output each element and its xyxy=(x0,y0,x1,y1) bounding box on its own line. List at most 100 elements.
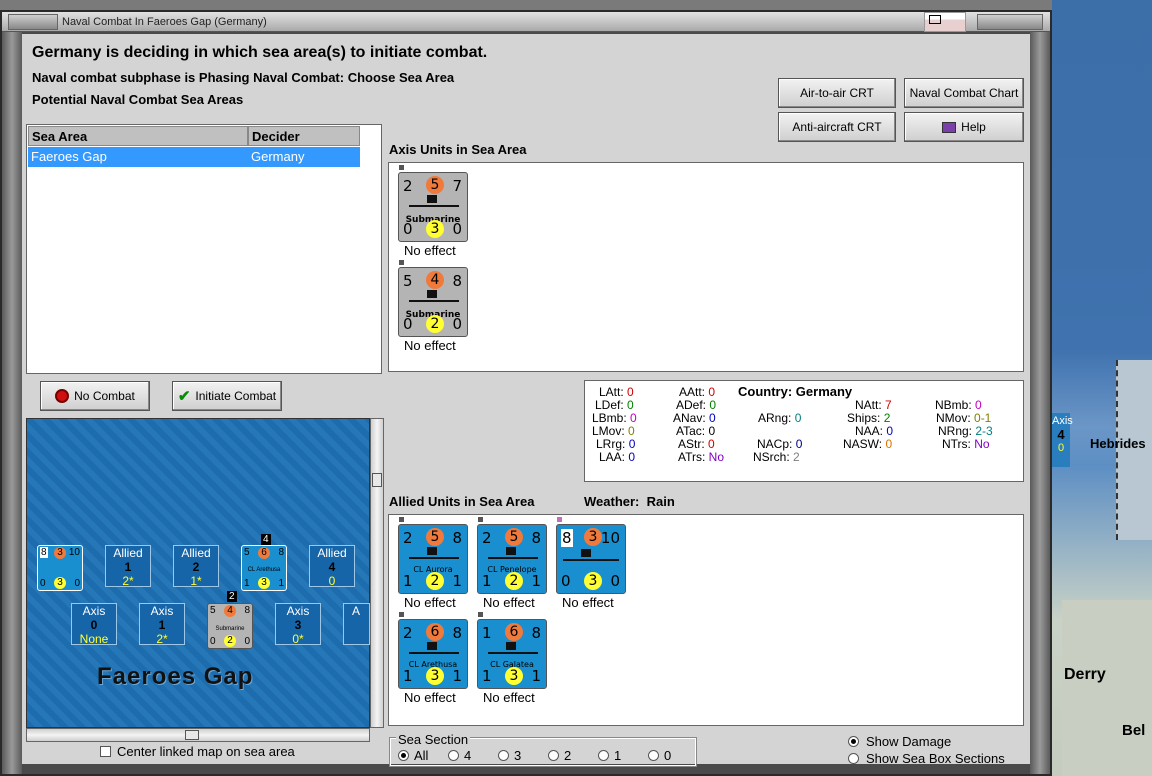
phase-heading: Germany is deciding in which sea area(s)… xyxy=(32,44,488,61)
dialog-content: Germany is deciding in which sea area(s)… xyxy=(22,34,1030,766)
no-combat-button[interactable]: No Combat xyxy=(40,381,150,411)
stat-value: 0 xyxy=(709,411,716,425)
minimap-unit-counter[interactable]: 8 3 10 0 3 0 xyxy=(37,545,83,591)
window-menu-button[interactable] xyxy=(8,14,58,30)
window-title: Naval Combat In Faeroes Gap (Germany) xyxy=(62,16,267,28)
minimap-horizontal-scrollbar[interactable] xyxy=(26,728,370,742)
center-linked-map-checkbox[interactable] xyxy=(100,746,111,757)
stat-value: 7 xyxy=(885,398,892,412)
allied-sea-box-1[interactable]: Allied 1 2* xyxy=(105,545,151,588)
allied-unit-counter[interactable]: 268 CL Arethusa 131 xyxy=(398,619,468,689)
allied-sea-box-2[interactable]: Allied 2 1* xyxy=(173,545,219,588)
axis-sea-box-0[interactable]: Axis 0 None xyxy=(71,603,117,646)
unit-effect: No effect xyxy=(404,690,456,705)
minimap-unit-counter[interactable]: 5 4 8 Submarine 0 2 0 xyxy=(207,603,253,649)
column-header-sea-area[interactable]: Sea Area xyxy=(28,126,248,146)
allied-units-label: Allied Units in Sea Area xyxy=(389,494,535,509)
scroll-thumb[interactable] xyxy=(372,473,382,487)
allied-unit-counter[interactable]: 168 CL Galatea 131 xyxy=(477,619,547,689)
unit-marker-icon xyxy=(556,516,563,523)
allied-unit-counter[interactable]: 258 CL Aurora 121 xyxy=(398,524,468,594)
sea-section-radio-4[interactable] xyxy=(448,750,459,761)
sea-section-radio-1[interactable] xyxy=(598,750,609,761)
sea-section-option-label: 3 xyxy=(514,748,522,763)
scroll-thumb[interactable] xyxy=(185,730,199,740)
unit-marker-icon xyxy=(398,516,405,523)
axis-sea-box-1[interactable]: Axis 1 2* xyxy=(139,603,185,646)
help-button[interactable]: Help xyxy=(904,112,1024,142)
sea-section-label: Sea Section xyxy=(396,732,471,747)
unit-marker-icon xyxy=(398,164,405,171)
sea-section-radio-all[interactable] xyxy=(398,750,409,761)
stat-nbmb: NBmb: 0 xyxy=(935,398,982,412)
submarine-icon xyxy=(409,290,459,302)
axis-sea-box-3[interactable]: Axis 3 0* xyxy=(275,603,321,646)
initiate-combat-button[interactable]: ✔ Initiate Combat xyxy=(172,381,282,411)
cell-decider: Germany xyxy=(251,149,305,164)
naval-combat-chart-button[interactable]: Naval Combat Chart xyxy=(904,78,1024,108)
sea-area-minimap[interactable]: 8 3 10 0 3 0 Allied 1 2* Allied 2 1* 4 5… xyxy=(26,418,370,728)
stat-nsrch: NSrch: 2 xyxy=(753,450,800,464)
unit-marker-icon xyxy=(398,611,405,618)
unit-effect: No effect xyxy=(404,338,456,353)
allied-sea-box-4[interactable]: Allied 4 0 xyxy=(309,545,355,588)
sea-section-radio-0[interactable] xyxy=(648,750,659,761)
axis-units-label: Axis Units in Sea Area xyxy=(389,142,527,157)
minimap-vertical-scrollbar[interactable] xyxy=(370,418,384,728)
axis-sea-box-partial[interactable]: A xyxy=(343,603,370,645)
axis-unit-counter[interactable]: 5 4 8 Submarine 0 2 0 xyxy=(398,267,468,337)
map-label-hebrides: Hebrides xyxy=(1090,436,1146,451)
stat-lmov: LMov: 0 xyxy=(592,424,635,438)
stat-anav: ANav: 0 xyxy=(673,411,716,425)
sea-section-radio-3[interactable] xyxy=(498,750,509,761)
table-row[interactable]: Faeroes Gap Germany xyxy=(28,147,360,167)
stat-value: 0 xyxy=(708,437,715,451)
subphase-text: Naval combat subphase is Phasing Naval C… xyxy=(32,70,455,85)
sea-section-radio-2[interactable] xyxy=(548,750,559,761)
stat-value: 0 xyxy=(885,437,893,451)
country-stats-panel: LAtt: 0 LDef: 0 LBmb: 0 LMov: 0 LRrg: 0 … xyxy=(584,380,1024,482)
no-entry-icon xyxy=(55,389,70,403)
stat-adef: ADef: 0 xyxy=(676,398,717,412)
axis-units-panel: 2 5 7 Submarine 0 3 0 No effect 5 4 8 Su… xyxy=(388,162,1024,372)
stat-latt: LAtt: 0 xyxy=(599,385,634,399)
stack-count-badge: 4 xyxy=(261,534,271,545)
frame-left xyxy=(2,32,22,774)
show-sea-box-radio[interactable] xyxy=(848,753,859,764)
allied-unit-counter[interactable]: 258 CL Penelope 121 xyxy=(477,524,547,594)
stat-lbmb: LBmb: 0 xyxy=(592,411,637,425)
weather-value: Rain xyxy=(646,494,675,509)
window-controls[interactable] xyxy=(977,14,1043,30)
unit-effect: No effect xyxy=(483,595,535,610)
stat-aatt: AAtt: 0 xyxy=(679,385,716,399)
help-label: Help xyxy=(961,120,986,134)
german-flag-icon xyxy=(924,12,966,32)
stat-value: 0 xyxy=(628,437,636,451)
stat-arng: ARng: 0 xyxy=(758,411,802,425)
unit-marker-icon xyxy=(477,516,484,523)
unit-effect: No effect xyxy=(404,243,456,258)
background-axis-counter[interactable]: Axis 4 0 xyxy=(1052,413,1073,467)
air-to-air-crt-button[interactable]: Air-to-air CRT xyxy=(778,78,896,108)
stat-naa: NAA: 0 xyxy=(855,424,894,438)
stat-ldef: LDef: 0 xyxy=(595,398,634,412)
sea-area-title: Faeroes Gap xyxy=(97,663,254,690)
submarine-icon xyxy=(409,195,459,207)
title-bar[interactable]: Naval Combat In Faeroes Gap (Germany) xyxy=(2,12,1050,32)
unit-effect: No effect xyxy=(404,595,456,610)
stat-value: 0 xyxy=(627,385,634,399)
minimap-unit-counter[interactable]: 5 6 8 CL Arethusa 1 3 1 xyxy=(241,545,287,591)
naval-combat-window: Naval Combat In Faeroes Gap (Germany) Ge… xyxy=(0,10,1052,776)
stat-nmov: NMov: 0-1 xyxy=(936,411,992,425)
cruiser-icon xyxy=(409,547,459,559)
stat-lrrg: LRrg: 0 xyxy=(596,437,636,451)
anti-aircraft-crt-button[interactable]: Anti-aircraft CRT xyxy=(778,112,896,142)
allied-unit-counter[interactable]: 8 3 10 030 xyxy=(556,524,626,594)
sea-section-option-label: 1 xyxy=(614,748,622,763)
show-damage-radio[interactable] xyxy=(848,736,859,747)
background-map[interactable] xyxy=(1052,0,1152,776)
stat-value: 0 xyxy=(794,411,802,425)
axis-unit-counter[interactable]: 2 5 7 Submarine 0 3 0 xyxy=(398,172,468,242)
column-header-decider[interactable]: Decider xyxy=(248,126,360,146)
sea-section-option-label: All xyxy=(414,748,429,763)
